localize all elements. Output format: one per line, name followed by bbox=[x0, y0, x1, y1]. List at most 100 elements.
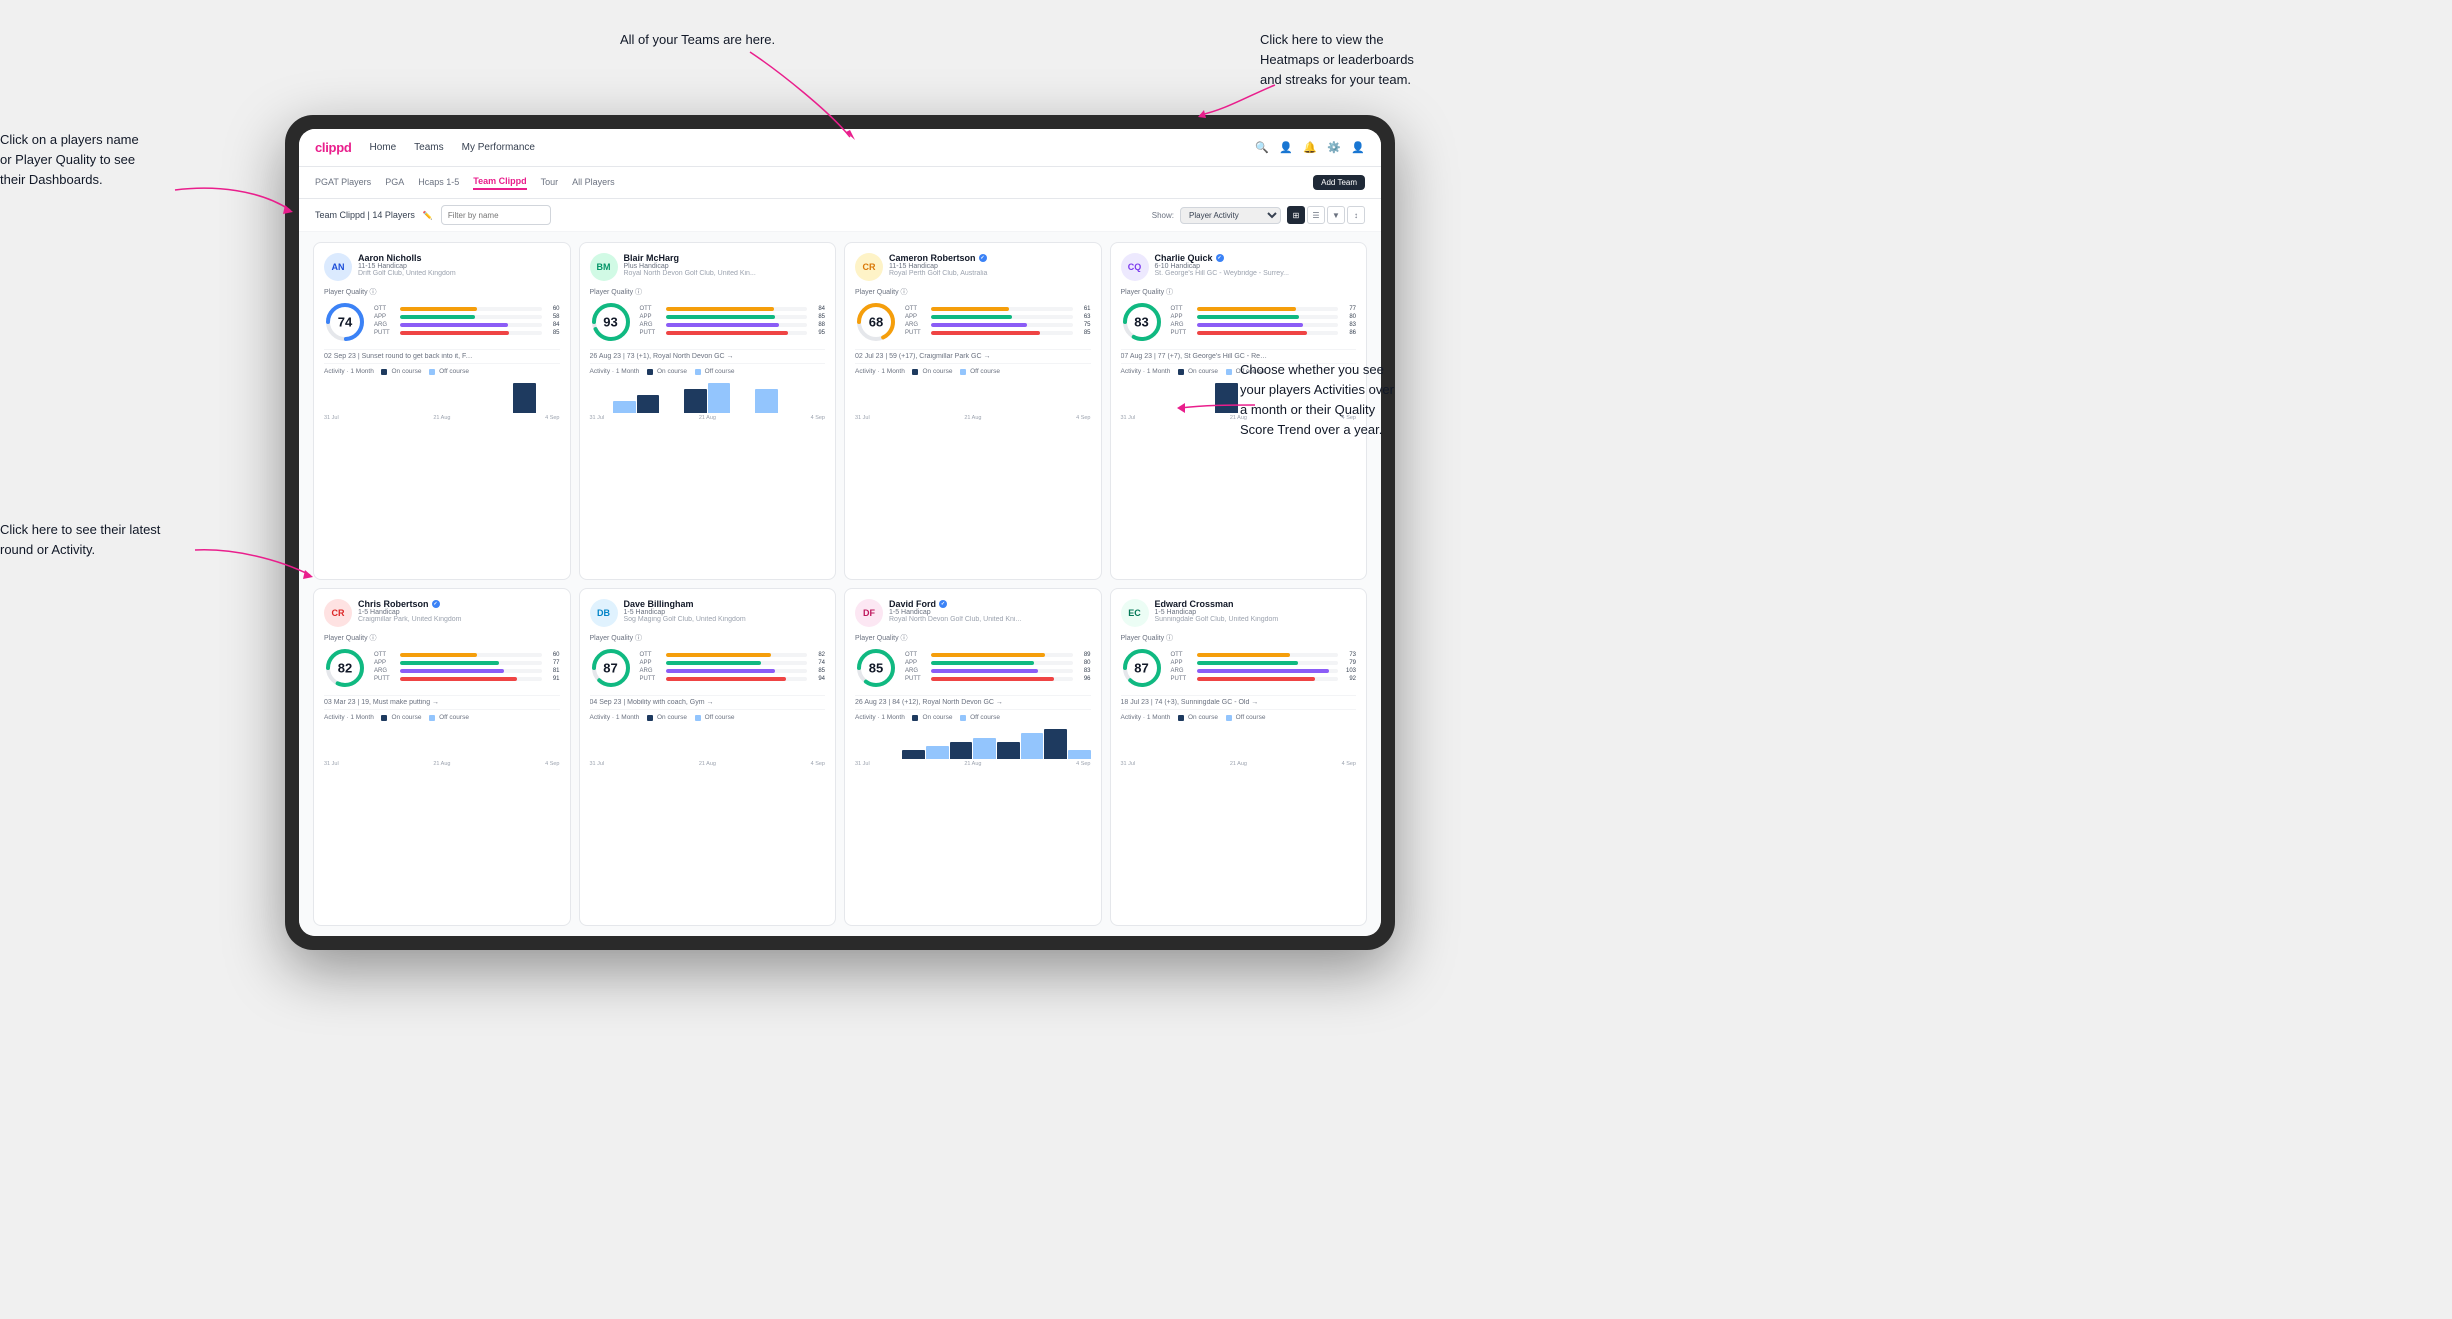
stat-bar bbox=[666, 661, 761, 665]
grid-view-icon[interactable]: ⊞ bbox=[1287, 206, 1305, 224]
settings-icon[interactable]: ⚙️ bbox=[1327, 141, 1341, 155]
stat-value: 60 bbox=[546, 652, 560, 658]
oncourse-legend bbox=[1178, 715, 1184, 721]
quality-circle[interactable]: 68 bbox=[855, 301, 897, 343]
nav-item-myperformance[interactable]: My Performance bbox=[462, 142, 535, 153]
player-name[interactable]: Cameron Robertson✓ bbox=[889, 253, 1091, 263]
nav-item-teams[interactable]: Teams bbox=[414, 142, 443, 153]
quality-circle[interactable]: 83 bbox=[1121, 301, 1163, 343]
latest-round[interactable]: 18 Jul 23 | 74 (+3), Sunningdale GC - Ol… bbox=[1121, 695, 1357, 710]
chart-label-mid: 21 Aug bbox=[433, 415, 450, 421]
stat-label: APP bbox=[1171, 660, 1193, 666]
nav-right: 🔍 👤 🔔 ⚙️ 👤 bbox=[1255, 141, 1365, 155]
stat-label: ARG bbox=[905, 322, 927, 328]
player-name[interactable]: Dave Billingham bbox=[624, 599, 826, 609]
stat-value: 84 bbox=[811, 306, 825, 312]
offcourse-legend bbox=[960, 715, 966, 721]
callout-players-name-text: Click on a players nameor Player Quality… bbox=[0, 130, 139, 190]
player-club: Royal North Devon Golf Club, United Kni.… bbox=[889, 616, 1091, 623]
stat-value: 95 bbox=[811, 330, 825, 336]
stat-row: OTT 77 bbox=[1171, 306, 1357, 312]
stat-bar bbox=[400, 331, 509, 335]
latest-round[interactable]: 26 Aug 23 | 84 (+12), Royal North Devon … bbox=[855, 695, 1091, 710]
nav-item-home[interactable]: Home bbox=[369, 142, 396, 153]
stat-bar-bg bbox=[400, 315, 542, 319]
chart-labels: 31 Jul 21 Aug 4 Sep bbox=[855, 415, 1091, 421]
list-view-icon[interactable]: ☰ bbox=[1307, 206, 1325, 224]
stat-bar bbox=[1197, 307, 1296, 311]
player-name[interactable]: Blair McHarg bbox=[624, 253, 826, 263]
sort-icon[interactable]: ↕ bbox=[1347, 206, 1365, 224]
stat-bar-bg bbox=[666, 331, 808, 335]
chart-bar bbox=[708, 383, 731, 413]
latest-round[interactable]: 26 Aug 23 | 73 (+1), Royal North Devon G… bbox=[590, 349, 826, 364]
player-avatar: CR bbox=[855, 253, 883, 281]
stat-label: PUTT bbox=[1171, 676, 1193, 682]
quality-circle[interactable]: 87 bbox=[1121, 647, 1163, 689]
sub-nav-allplayers[interactable]: All Players bbox=[572, 177, 615, 189]
stat-bar bbox=[666, 315, 775, 319]
edit-icon[interactable]: ✏️ bbox=[423, 211, 433, 220]
oncourse-legend bbox=[381, 369, 387, 375]
quality-circle[interactable]: 85 bbox=[855, 647, 897, 689]
app-logo[interactable]: clippd bbox=[315, 140, 351, 155]
latest-round[interactable]: 02 Jul 23 | 59 (+17), Craigmillar Park G… bbox=[855, 349, 1091, 364]
quality-circle[interactable]: 82 bbox=[324, 647, 366, 689]
player-handicap: 1-5 Handicap bbox=[1155, 609, 1357, 616]
player-name[interactable]: Aaron Nicholls bbox=[358, 253, 560, 263]
chart-bar bbox=[1021, 733, 1044, 759]
filter-input[interactable] bbox=[441, 205, 551, 225]
activity-chart: 31 Jul 21 Aug 4 Sep bbox=[324, 378, 560, 418]
bell-icon[interactable]: 🔔 bbox=[1303, 141, 1317, 155]
quality-label: Player Quality ⓘ bbox=[1121, 287, 1357, 297]
player-name[interactable]: Edward Crossman bbox=[1155, 599, 1357, 609]
sub-nav-pgat[interactable]: PGAT Players bbox=[315, 177, 371, 189]
stat-label: PUTT bbox=[374, 330, 396, 336]
latest-round[interactable]: 02 Sep 23 | Sunset round to get back int… bbox=[324, 349, 560, 364]
player-name[interactable]: Charlie Quick✓ bbox=[1155, 253, 1357, 263]
add-team-button[interactable]: Add Team bbox=[1313, 175, 1365, 190]
player-card: AN Aaron Nicholls 11-15 Handicap Drift G… bbox=[313, 242, 571, 580]
stat-bar bbox=[931, 307, 1009, 311]
quality-label: Player Quality ⓘ bbox=[1121, 633, 1357, 643]
filter-icon[interactable]: ▼ bbox=[1327, 206, 1345, 224]
chart-bars bbox=[855, 378, 1091, 413]
callout-teams-text: All of your Teams are here. bbox=[620, 30, 775, 50]
search-icon[interactable]: 🔍 bbox=[1255, 141, 1269, 155]
latest-round[interactable]: 04 Sep 23 | Mobility with coach, Gym → bbox=[590, 695, 826, 710]
player-info: Aaron Nicholls 11-15 Handicap Drift Golf… bbox=[358, 253, 560, 277]
stat-row: PUTT 85 bbox=[905, 330, 1091, 336]
player-header: CR Cameron Robertson✓ 11-15 Handicap Roy… bbox=[855, 253, 1091, 281]
player-header: BM Blair McHarg Plus Handicap Royal Nort… bbox=[590, 253, 826, 281]
stat-bar-bg bbox=[666, 669, 808, 673]
stat-value: 75 bbox=[1077, 322, 1091, 328]
avatar-icon[interactable]: 👤 bbox=[1351, 141, 1365, 155]
show-select[interactable]: Player Activity Quality Score Trend bbox=[1180, 207, 1281, 224]
sub-nav: PGAT Players PGA Hcaps 1-5 Team Clippd T… bbox=[299, 167, 1381, 199]
user-icon[interactable]: 👤 bbox=[1279, 141, 1293, 155]
quality-section: 87 OTT 73 APP 79 ARG bbox=[1121, 647, 1357, 689]
stat-label: ARG bbox=[1171, 668, 1193, 674]
stat-label: APP bbox=[640, 314, 662, 320]
sub-nav-teamclippd[interactable]: Team Clippd bbox=[473, 176, 526, 190]
quality-circle[interactable]: 87 bbox=[590, 647, 632, 689]
offcourse-legend bbox=[1226, 369, 1232, 375]
player-card: EC Edward Crossman 1-5 Handicap Sunningd… bbox=[1110, 588, 1368, 926]
view-icons: ⊞ ☰ ▼ ↕ bbox=[1287, 206, 1365, 224]
player-club: Royal North Devon Golf Club, United Kin.… bbox=[624, 270, 826, 277]
stat-row: PUTT 91 bbox=[374, 676, 560, 682]
oncourse-legend bbox=[912, 369, 918, 375]
sub-nav-tour[interactable]: Tour bbox=[541, 177, 559, 189]
player-card: CR Cameron Robertson✓ 11-15 Handicap Roy… bbox=[844, 242, 1102, 580]
sub-nav-pga[interactable]: PGA bbox=[385, 177, 404, 189]
activity-label: Activity · 1 Month On course Off course bbox=[855, 714, 1091, 721]
player-name[interactable]: Chris Robertson✓ bbox=[358, 599, 560, 609]
sub-nav-hcaps[interactable]: Hcaps 1-5 bbox=[418, 177, 459, 189]
quality-circle[interactable]: 74 bbox=[324, 301, 366, 343]
player-club: Sunningdale Golf Club, United Kingdom bbox=[1155, 616, 1357, 623]
player-name[interactable]: David Ford✓ bbox=[889, 599, 1091, 609]
chart-bar bbox=[1068, 750, 1091, 759]
quality-section: 85 OTT 89 APP 80 ARG bbox=[855, 647, 1091, 689]
latest-round[interactable]: 03 Mar 23 | 19, Must make putting → bbox=[324, 695, 560, 710]
quality-circle[interactable]: 93 bbox=[590, 301, 632, 343]
